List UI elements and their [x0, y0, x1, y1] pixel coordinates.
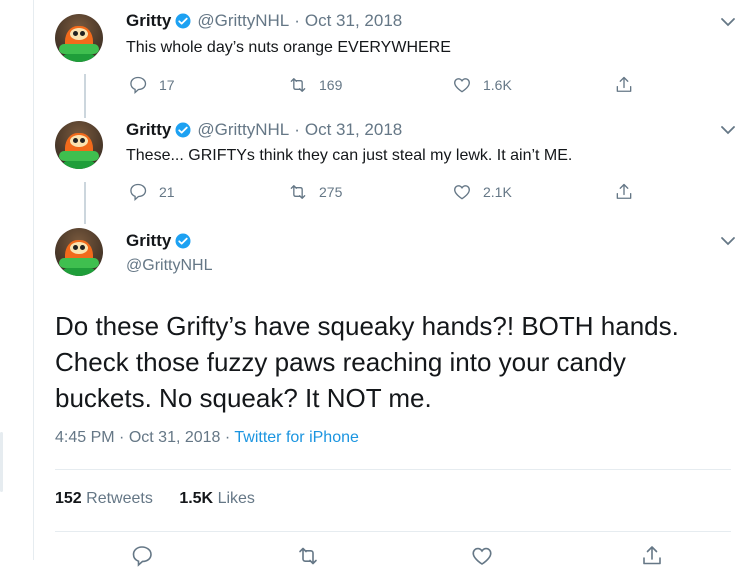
- column-border: [33, 0, 34, 560]
- separator: ·: [119, 429, 125, 446]
- like-count: 2.1K: [483, 184, 512, 200]
- tweet-date[interactable]: Oct 31, 2018: [129, 429, 221, 446]
- like-icon: [454, 185, 470, 200]
- divider: [55, 531, 731, 532]
- avatar[interactable]: [55, 14, 103, 62]
- verified-badge-icon: [175, 122, 191, 138]
- thread-line: [84, 182, 86, 224]
- like-button[interactable]: 2.1K: [452, 181, 512, 203]
- author-name[interactable]: Gritty: [126, 120, 171, 140]
- verified-badge-icon: [175, 233, 191, 249]
- reply-icon: [130, 76, 147, 94]
- retweet-icon: [290, 185, 306, 199]
- tweet-actions: 17 169 1.6K: [128, 74, 638, 96]
- retweet-count: 169: [319, 77, 343, 93]
- tweet-source-link[interactable]: Twitter for iPhone: [234, 429, 359, 446]
- author-handle[interactable]: @GrittyNHL: [126, 257, 212, 275]
- retweet-icon[interactable]: [296, 544, 320, 568]
- retweets-stat-count: 152: [55, 490, 82, 507]
- separator: ·: [224, 429, 231, 446]
- tweet-date[interactable]: Oct 31, 2018: [305, 11, 402, 31]
- divider: [55, 469, 731, 470]
- share-icon: [616, 183, 632, 199]
- like-icon[interactable]: [470, 544, 494, 568]
- main-tweet-text-line: Do these Grifty’s have squeaky hands?! B…: [55, 311, 679, 341]
- like-count: 1.6K: [483, 77, 512, 93]
- like-icon: [454, 78, 470, 93]
- separator: ·: [294, 11, 300, 30]
- tweet-header: Gritty @GrittyNHL · Oct 31, 2018: [126, 11, 402, 31]
- avatar[interactable]: [55, 228, 103, 276]
- main-tweet-text-line: buckets. No squeak? It NOT me.: [55, 383, 432, 413]
- tweet-time[interactable]: 4:45 PM: [55, 429, 115, 446]
- reply-button[interactable]: 21: [128, 181, 175, 203]
- retweet-icon: [290, 78, 306, 92]
- chevron-down-icon[interactable]: [720, 16, 736, 28]
- reply-icon: [130, 183, 147, 201]
- retweets-stat-label: Retweets: [86, 490, 153, 507]
- author-name[interactable]: Gritty: [126, 231, 171, 251]
- retweet-button[interactable]: 275: [288, 181, 342, 203]
- tweet-header: Gritty @GrittyNHL · Oct 31, 2018: [126, 120, 402, 140]
- separator: ·: [294, 120, 300, 139]
- main-tweet-text-line: Check those fuzzy paws reaching into you…: [55, 347, 626, 377]
- left-panel-mark: [0, 432, 3, 492]
- likes-stat-label: Likes: [217, 490, 255, 507]
- tweet-metadata: 4:45 PM · Oct 31, 2018 · Twitter for iPh…: [55, 429, 359, 447]
- share-button[interactable]: [614, 74, 634, 96]
- share-button[interactable]: [614, 181, 634, 203]
- tweet-text: This whole day’s nuts orange EVERYWHERE: [126, 39, 451, 56]
- avatar[interactable]: [55, 121, 103, 169]
- main-tweet-author: Gritty: [126, 231, 192, 251]
- reply-count: 17: [159, 77, 175, 93]
- share-icon: [616, 76, 632, 92]
- retweet-button[interactable]: 169: [288, 74, 342, 96]
- author-name[interactable]: Gritty: [126, 11, 171, 31]
- tweet-text: These... GRIFTYs think they can just ste…: [126, 147, 573, 164]
- author-handle[interactable]: @GrittyNHL: [197, 120, 289, 140]
- reply-button[interactable]: 17: [128, 74, 175, 96]
- retweets-stat[interactable]: 152 Retweets: [55, 490, 153, 507]
- chevron-down-icon[interactable]: [720, 124, 736, 136]
- chevron-down-icon[interactable]: [720, 235, 736, 247]
- likes-stat-count: 1.5K: [179, 490, 214, 507]
- reply-icon[interactable]: [130, 544, 154, 568]
- like-button[interactable]: 1.6K: [452, 74, 512, 96]
- verified-badge-icon: [175, 13, 191, 29]
- tweet-stats: 152 Retweets 1.5K Likes: [55, 490, 255, 508]
- retweet-count: 275: [319, 184, 343, 200]
- author-handle[interactable]: @GrittyNHL: [197, 11, 289, 31]
- share-icon[interactable]: [640, 544, 664, 568]
- tweet-date[interactable]: Oct 31, 2018: [305, 120, 402, 140]
- likes-stat[interactable]: 1.5K Likes: [179, 490, 255, 507]
- thread-line: [84, 74, 86, 118]
- main-tweet-text: Do these Grifty’s have squeaky hands?! B…: [55, 308, 735, 416]
- tweet-actions: 21 275 2.1K: [128, 181, 638, 203]
- left-panel-edge: [0, 0, 33, 560]
- reply-count: 21: [159, 184, 175, 200]
